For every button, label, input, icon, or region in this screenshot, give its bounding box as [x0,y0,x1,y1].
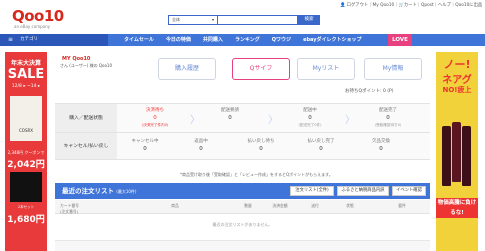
empty-orders-message: 最近の注文リストがありません。 [212,222,273,227]
furusato-tax-button[interactable]: ふるさと納税商品内訳 [337,186,389,196]
status-out-of-stock[interactable]: 欠品交換 0 [355,138,407,152]
left-banner-sale: SALE [7,67,45,82]
nav-item-group-buy[interactable]: 共同購入 [197,34,229,46]
search-select-value: 全体 [172,17,180,22]
col-quantity: 数量 [244,203,252,208]
price-value: 2,042円 [7,160,45,170]
q-points-balance[interactable]: お持ちQポイント: 0 (P) [345,88,394,94]
right-banner-title-1: ノー! [443,58,471,71]
status-refund-complete[interactable]: 払い戻し完了 0 [292,138,350,152]
category-menu-button[interactable]: ≡ カテゴリ [0,34,108,46]
my-qoo10-logo: MY Qoo10 [62,56,91,62]
product-brand: COSRX [19,128,33,133]
category-label: カテゴリ [20,37,38,42]
hamburger-icon: ≡ [8,36,14,43]
recent-orders-title: 最近の注文リスト (最大10件) [62,187,137,195]
tab-purchase-history[interactable]: 購入履歴 [158,58,216,80]
col-status: 状態 [346,203,354,208]
row-label: キャンセル/払い戻し [55,133,117,159]
status-delivered[interactable]: 配送完了 0 (受取確認待ち0) [353,107,423,128]
search-category-select[interactable]: 全体 ▾ [168,15,218,25]
chevron-down-icon: ▾ [211,17,214,22]
left-banner-dates: 12/8 ▸ ~14 ▸ [11,84,41,89]
price-note: 2,348円 クーポンで [7,150,45,155]
nav-item-timesale[interactable]: タイムセール [118,34,160,46]
nav-item-ranking[interactable]: ランキング [229,34,266,46]
utility-links[interactable]: 👤 ログアウト｜My Qoo10｜🛒カート｜Qpost｜ヘルプ｜Qoo10に出品 [340,2,482,8]
tab-my-info[interactable]: My情報 [364,58,422,80]
status-cancelling[interactable]: キャンセル中 0 [119,138,171,152]
purchase-status-row: 購入／配送状態 決済待ち 0 (決済完了件内0) 〉 配送要請 0 〉 配送中 … [55,103,430,133]
left-banner-title: 年末大決算 [10,60,41,67]
search-button[interactable]: 検索 [298,15,320,25]
col-requirements: 要件 [398,203,406,208]
cancel-refund-row: キャンセル/払い戻し キャンセル中 0 返品中 0 払い戻し待ち 0 払い戻し完… [55,133,430,160]
col-product: 商品 [171,203,179,208]
col-payment-amount: 決済金額 [272,203,288,208]
chevron-right-icon: 〉 [268,115,278,126]
love-button[interactable]: LOVE [388,34,412,46]
product-image-2 [10,172,42,202]
nav-item-today[interactable]: 今日の特価 [160,34,197,46]
chevron-right-icon: 〉 [190,115,200,126]
tab-q-wallet[interactable]: Qサイフ [232,58,290,80]
orders-footer [55,240,430,251]
drink-bottles-image [442,96,472,194]
right-banner-title-2: ネアグ [442,75,472,86]
search-input[interactable] [218,15,298,25]
status-shipping-request[interactable]: 配送要請 0 [200,107,260,121]
product-label: 2本セット [17,205,35,209]
points-note: *商品受け取り後「受取確認」と「レビュー作成」をするとQポイントがもらえます。 [180,172,333,177]
qoo10-logo[interactable]: Qoo10 [12,7,64,25]
nav-item-ebay-direct[interactable]: ebayダイレクトショップ [297,34,367,46]
nav-item-qwauji[interactable]: Qワウジ [266,34,297,46]
logo-subtitle: an eBay company [14,24,50,29]
row-label: 購入／配送状態 [55,104,117,132]
tab-my-list[interactable]: Myリスト [297,58,355,80]
event-check-button[interactable]: イベント確認 [392,186,426,196]
nav-list: タイムセール 今日の特価 共同購入 ランキング Qワウジ ebayダイレクトショ… [118,34,368,46]
status-in-delivery[interactable]: 配送中 0 (配送完了0件) [280,107,340,128]
right-banner-title-3: NO!疲上 [442,86,472,94]
status-returning[interactable]: 返品中 0 [175,138,227,152]
col-shipping: 送付 [311,203,319,208]
greeting-text: さん (ユーザー) 様の Qoo10 [60,63,112,68]
status-refund-pending[interactable]: 払い戻し待ち 0 [232,138,290,152]
col-cart-number: カート番号 (注文番号) [60,203,79,214]
status-awaiting-payment[interactable]: 決済待ち 0 (決済完了件内0) [125,107,185,128]
right-banner-bottom: 物価高騰に負けるな! [436,198,478,218]
product-image [10,96,42,141]
price-value-2: 1,680円 [7,215,45,225]
order-list-all-button[interactable]: 注文リスト(全件) [290,186,334,196]
